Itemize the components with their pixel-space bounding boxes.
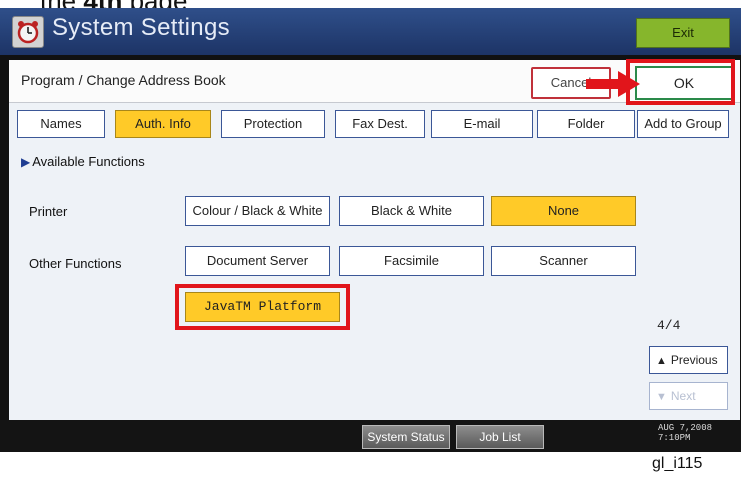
printer-bw-button[interactable]: Black & White bbox=[339, 196, 484, 226]
exit-button[interactable]: Exit bbox=[636, 18, 730, 48]
tabs-row: Names Auth. Info Protection Fax Dest. E-… bbox=[9, 106, 740, 144]
previous-button[interactable]: ▲ Previous bbox=[649, 346, 728, 374]
tab-email[interactable]: E-mail bbox=[431, 110, 533, 138]
section-title: ▶ Available Functions bbox=[21, 154, 145, 169]
printer-none-button[interactable]: None bbox=[491, 196, 636, 226]
tab-names[interactable]: Names bbox=[17, 110, 105, 138]
triangle-right-icon: ▶ bbox=[21, 155, 31, 169]
tab-protection[interactable]: Protection bbox=[221, 110, 325, 138]
system-status-button[interactable]: System Status bbox=[362, 425, 450, 449]
other-functions-label: Other Functions bbox=[29, 256, 122, 271]
settings-panel: Program / Change Address Book Cancel OK … bbox=[9, 59, 740, 420]
red-arrow-icon bbox=[586, 71, 640, 97]
time-text: 7:10PM bbox=[658, 433, 691, 443]
tab-auth-info[interactable]: Auth. Info bbox=[115, 110, 211, 138]
date-time: AUG 7,2008 7:10PM bbox=[658, 423, 712, 443]
facsimile-button[interactable]: Facsimile bbox=[339, 246, 484, 276]
next-button[interactable]: ▼ Next bbox=[649, 382, 728, 410]
header-row: Program / Change Address Book Cancel OK bbox=[9, 59, 740, 105]
page-indicator: 4/4 bbox=[657, 318, 681, 333]
device-screen: System Settings Exit Program / Change Ad… bbox=[0, 8, 741, 452]
status-footer: System Status Job List AUG 7,2008 7:10PM bbox=[0, 420, 741, 452]
tab-fax-dest[interactable]: Fax Dest. bbox=[335, 110, 425, 138]
scanner-button[interactable]: Scanner bbox=[491, 246, 636, 276]
screen-title: Program / Change Address Book bbox=[21, 72, 226, 88]
tab-add-to-group[interactable]: Add to Group bbox=[637, 110, 729, 138]
job-list-button[interactable]: Job List bbox=[456, 425, 544, 449]
app-title: System Settings bbox=[52, 14, 230, 41]
printer-colour-bw-button[interactable]: Colour / Black & White bbox=[185, 196, 330, 226]
date-text: AUG 7,2008 bbox=[658, 423, 713, 433]
triangle-down-icon: ▼ bbox=[656, 391, 667, 403]
java-platform-button[interactable]: JavaTM Platform bbox=[185, 292, 340, 322]
title-bar: System Settings Exit bbox=[0, 8, 741, 55]
tab-folder[interactable]: Folder bbox=[537, 110, 635, 138]
ok-button[interactable]: OK bbox=[635, 66, 733, 100]
triangle-up-icon: ▲ bbox=[656, 355, 667, 367]
document-server-button[interactable]: Document Server bbox=[185, 246, 330, 276]
alarm-clock-icon bbox=[12, 16, 44, 48]
printer-label: Printer bbox=[29, 204, 68, 219]
figure-label: gl_i115 bbox=[652, 455, 703, 472]
